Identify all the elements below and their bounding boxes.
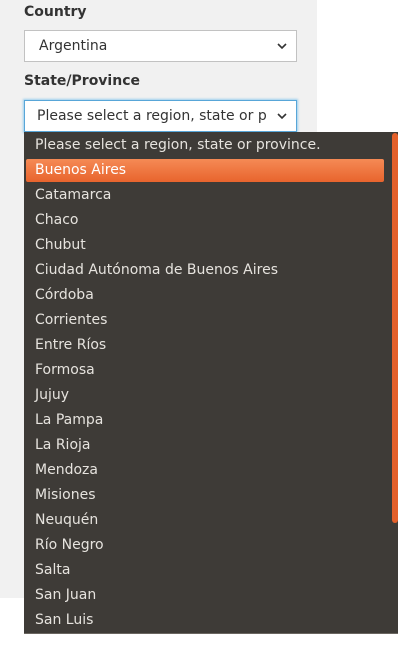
dropdown-option[interactable]: Please select a region, state or provinc…	[26, 134, 384, 157]
country-select[interactable]: Argentina	[24, 30, 297, 62]
country-label: Country	[24, 4, 87, 20]
dropdown-option[interactable]: La Rioja	[26, 434, 384, 457]
dropdown-option[interactable]: Neuquén	[26, 509, 384, 532]
dropdown-option[interactable]: Entre Ríos	[26, 334, 384, 357]
dropdown-option[interactable]: Salta	[26, 559, 384, 582]
chevron-down-icon	[277, 113, 287, 120]
dropdown-option[interactable]: Mendoza	[26, 459, 384, 482]
dropdown-option[interactable]: Jujuy	[26, 384, 384, 407]
dropdown-option[interactable]: Córdoba	[26, 284, 384, 307]
dropdown-option[interactable]: Formosa	[26, 359, 384, 382]
state-province-dropdown-list[interactable]: Please select a region, state or provinc…	[24, 132, 398, 634]
dropdown-option[interactable]: La Pampa	[26, 409, 384, 432]
chevron-down-icon	[277, 43, 287, 50]
dropdown-option[interactable]: Ciudad Autónoma de Buenos Aires	[26, 259, 384, 282]
dropdown-option[interactable]: Chubut	[26, 234, 384, 257]
state-province-label: State/Province	[24, 73, 140, 89]
dropdown-option[interactable]: San Luis	[26, 609, 384, 632]
dropdown-option[interactable]: Buenos Aires	[26, 159, 384, 182]
dropdown-option[interactable]: Catamarca	[26, 184, 384, 207]
state-province-select-value: Please select a region, state or provinc…	[37, 108, 266, 124]
country-select-value: Argentina	[39, 38, 108, 54]
dropdown-scrollbar-track[interactable]	[391, 132, 398, 633]
dropdown-option[interactable]: Río Negro	[26, 534, 384, 557]
dropdown-option[interactable]: Corrientes	[26, 309, 384, 332]
dropdown-option[interactable]: Chaco	[26, 209, 384, 232]
dropdown-option[interactable]: San Juan	[26, 584, 384, 607]
dropdown-option[interactable]: Misiones	[26, 484, 384, 507]
state-province-select[interactable]: Please select a region, state or provinc…	[24, 100, 297, 132]
dropdown-scrollbar-thumb[interactable]	[392, 133, 398, 523]
